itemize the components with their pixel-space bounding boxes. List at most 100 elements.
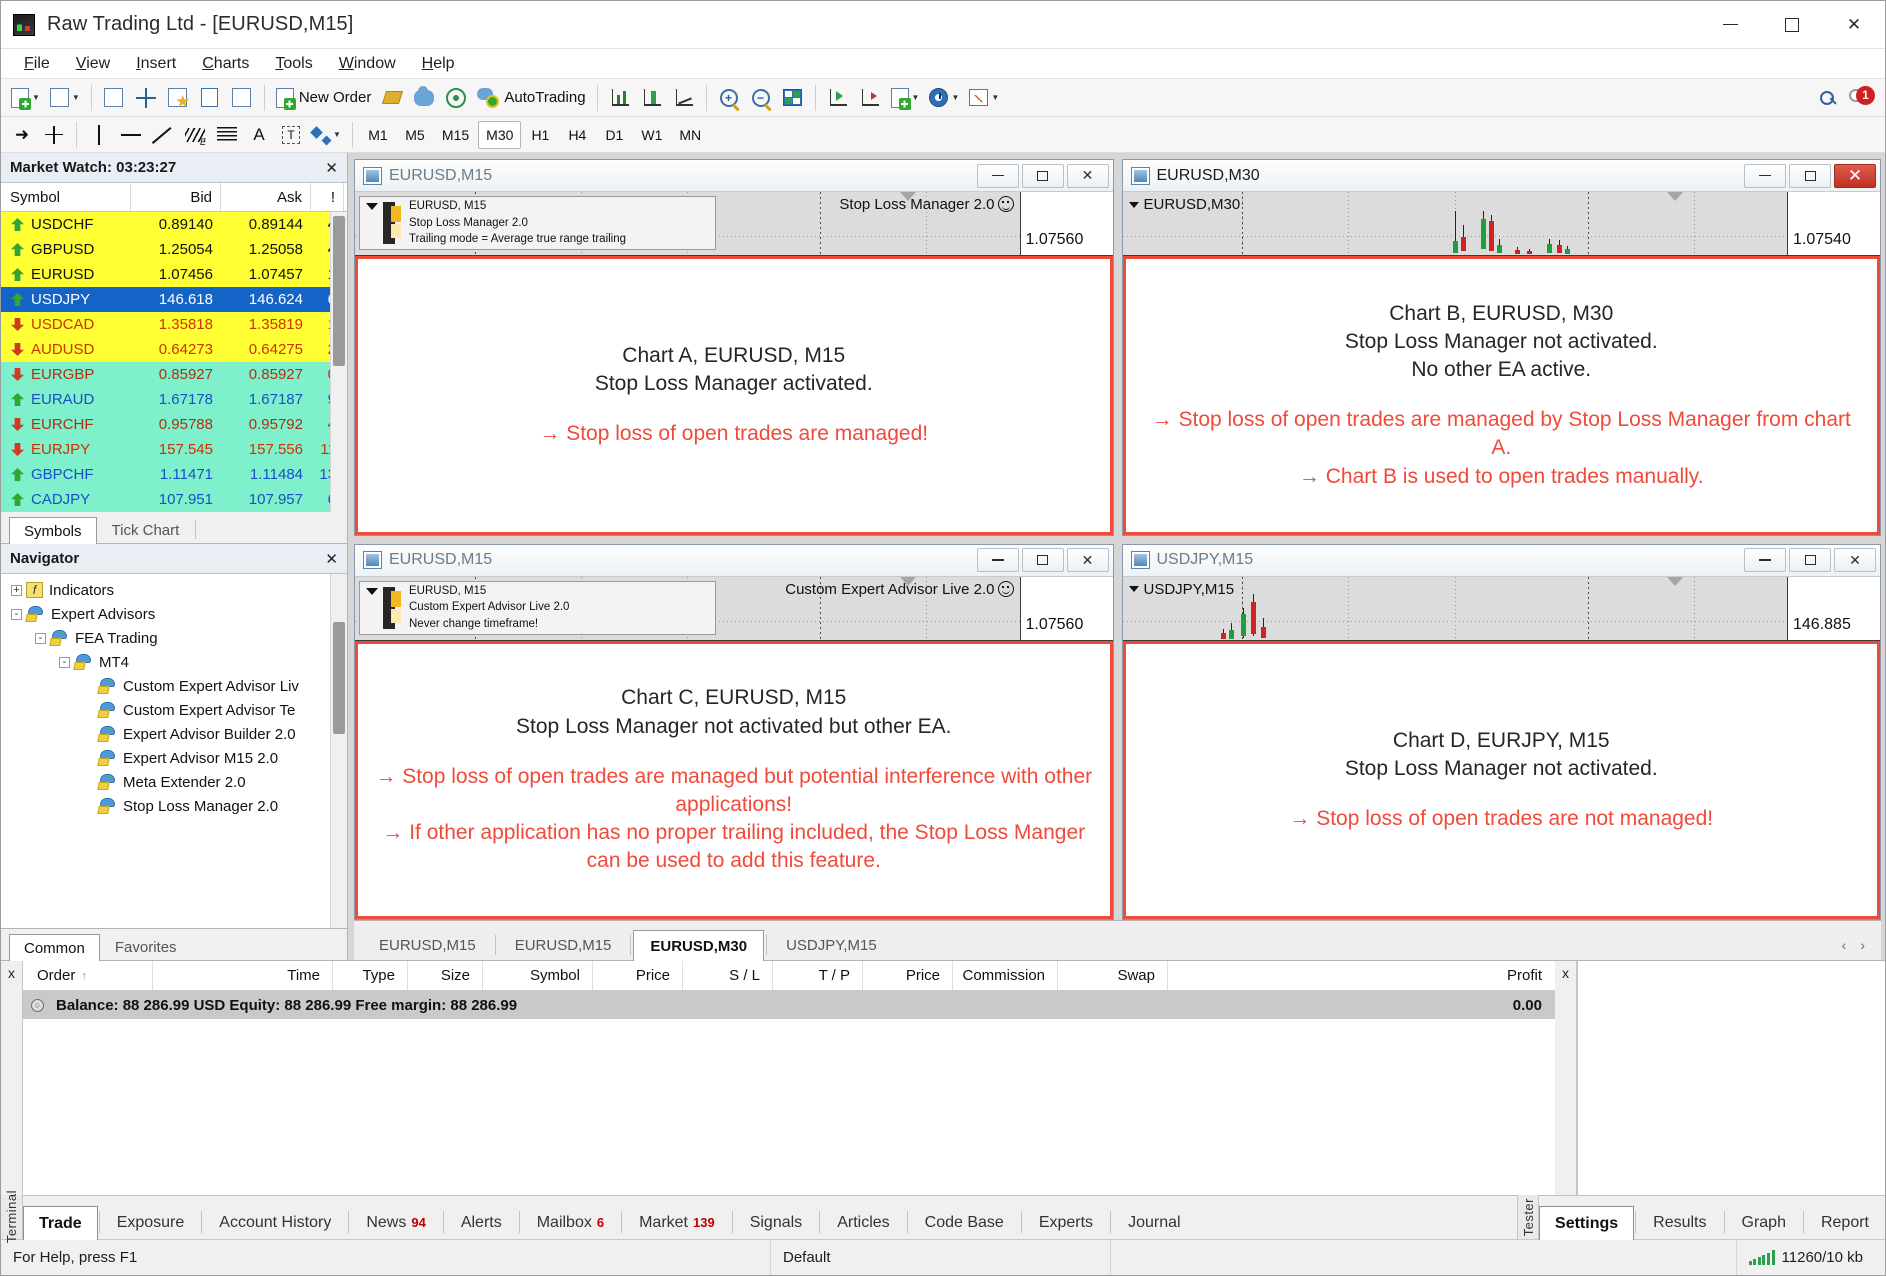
navigator-item-custom-expert-advisor-liv[interactable]: Custom Expert Advisor Liv bbox=[1, 674, 347, 698]
column-order[interactable]: Order ↑ bbox=[23, 961, 153, 990]
chart-minimize-button[interactable] bbox=[976, 163, 1019, 188]
line-chart-button[interactable] bbox=[669, 83, 699, 113]
navigator-item-fea-trading[interactable]: - FEA Trading bbox=[1, 626, 347, 650]
chevron-down-icon[interactable]: ▼ bbox=[912, 93, 920, 102]
bar-chart-button[interactable] bbox=[605, 83, 635, 113]
column-price-open[interactable]: Price bbox=[593, 961, 683, 990]
prev-tab-icon[interactable]: ‹ bbox=[1842, 937, 1847, 953]
collapse-icon[interactable]: - bbox=[11, 608, 22, 620]
trendline-button[interactable] bbox=[148, 120, 178, 150]
crosshair-tool-button[interactable] bbox=[39, 120, 69, 150]
chart-close-button[interactable]: ✕ bbox=[1066, 548, 1109, 572]
scrollbar-thumb[interactable] bbox=[333, 216, 345, 366]
timeframe-w1[interactable]: W1 bbox=[633, 121, 670, 149]
tile-windows-button[interactable] bbox=[778, 83, 808, 113]
market-watch-row[interactable]: EURCHF0.957880.957924 bbox=[1, 412, 347, 437]
tester-tab-report[interactable]: Report bbox=[1805, 1205, 1885, 1239]
ea-info-box[interactable]: EURUSD, M15 Stop Loss Manager 2.0 Trailing… bbox=[359, 196, 717, 250]
market-watch-row[interactable]: CADJPY107.951107.9576 bbox=[1, 487, 347, 512]
navigator-item-mt4[interactable]: - MT4 bbox=[1, 650, 347, 674]
indicators-button[interactable]: ▼ bbox=[887, 83, 924, 113]
expand-icon[interactable]: + bbox=[11, 584, 22, 596]
chart-price-strip[interactable]: Stop Loss Manager 2.0 EURUSD, M15 Stop Los… bbox=[355, 192, 1113, 256]
chevron-down-icon[interactable]: ▼ bbox=[951, 93, 959, 102]
chart-price-scale[interactable]: 1.07560 bbox=[1020, 576, 1113, 640]
chart-plot-area[interactable]: USDJPY,M15 bbox=[1122, 576, 1788, 640]
column-commission[interactable]: Commission bbox=[953, 961, 1058, 990]
terminal-tab-code-base[interactable]: Code Base bbox=[909, 1205, 1020, 1239]
market-watch-row[interactable]: AUDUSD0.642730.642752 bbox=[1, 337, 347, 362]
vertical-line-button[interactable] bbox=[84, 120, 114, 150]
text-button[interactable]: A bbox=[244, 120, 274, 150]
periods-button[interactable]: ▼ bbox=[925, 83, 963, 113]
data-window-button[interactable] bbox=[131, 83, 161, 113]
search-button[interactable] bbox=[1813, 83, 1843, 113]
tester-tab-results[interactable]: Results bbox=[1637, 1205, 1722, 1239]
chart-symbol-label[interactable]: USDJPY,M15 bbox=[1128, 581, 1234, 598]
terminal-tab-articles[interactable]: Articles bbox=[821, 1205, 905, 1239]
chart-plot-area[interactable]: EURUSD,M30 bbox=[1122, 192, 1788, 255]
equidistant-channel-button[interactable]: E bbox=[180, 120, 210, 150]
chart-tab-usdjpy-m15[interactable]: USDJPY,M15 bbox=[769, 929, 894, 960]
chevron-down-icon[interactable] bbox=[366, 203, 378, 210]
zoom-in-button[interactable]: + bbox=[714, 83, 744, 113]
terminal-tab-news[interactable]: News 94 bbox=[350, 1205, 441, 1239]
menu-file[interactable]: File bbox=[11, 52, 63, 76]
timeframe-m1[interactable]: M1 bbox=[360, 121, 396, 149]
menu-help[interactable]: Help bbox=[409, 52, 468, 76]
terminal-tab-trade[interactable]: Trade bbox=[23, 1206, 98, 1240]
timeframe-m5[interactable]: M5 bbox=[397, 121, 433, 149]
chart-restore-button[interactable] bbox=[1789, 163, 1831, 188]
terminal-tab-alerts[interactable]: Alerts bbox=[445, 1205, 518, 1239]
candlestick-chart-button[interactable] bbox=[637, 83, 667, 113]
menu-insert[interactable]: Insert bbox=[123, 52, 189, 76]
menu-charts[interactable]: Charts bbox=[189, 52, 262, 76]
terminal-close-icon[interactable]: x bbox=[1, 961, 23, 1195]
chart-minimize-button[interactable] bbox=[976, 548, 1019, 572]
next-tab-icon[interactable]: › bbox=[1860, 937, 1865, 953]
column-profit[interactable]: Profit bbox=[1168, 961, 1555, 990]
menu-view[interactable]: View bbox=[63, 52, 123, 76]
horizontal-line-button[interactable] bbox=[116, 120, 146, 150]
terminal-tab-mailbox[interactable]: Mailbox 6 bbox=[521, 1205, 620, 1239]
timeframe-m15[interactable]: M15 bbox=[434, 121, 477, 149]
market-watch-row[interactable]: USDCHF0.891400.891444 bbox=[1, 212, 347, 237]
chart-plot-area[interactable]: Stop Loss Manager 2.0 EURUSD, M15 Stop Los… bbox=[355, 192, 1021, 255]
new-order-button[interactable]: New Order bbox=[272, 83, 376, 113]
chevron-down-icon[interactable]: ▼ bbox=[72, 93, 80, 102]
close-button[interactable]: ✕ bbox=[1823, 1, 1885, 48]
market-watch-row[interactable]: GBPCHF 1.11471 1.11484 13 bbox=[1, 462, 347, 487]
chevron-down-icon[interactable]: ▼ bbox=[991, 93, 999, 102]
chart-plot-area[interactable]: Custom Expert Advisor Live 2.0 EURUSD, M1… bbox=[355, 576, 1021, 640]
menu-tools[interactable]: Tools bbox=[262, 52, 325, 76]
timeframe-mn[interactable]: MN bbox=[671, 121, 709, 149]
timeframe-d1[interactable]: D1 bbox=[596, 121, 632, 149]
chart-symbol-label[interactable]: EURUSD,M30 bbox=[1128, 196, 1240, 213]
navigator-item-meta-extender-2-0[interactable]: Meta Extender 2.0 bbox=[1, 770, 347, 794]
chart-price-scale[interactable]: 1.07540 bbox=[1788, 192, 1880, 255]
chart-window-chart-c[interactable]: EURUSD,M15 ✕ Custom Expert Advisor Live 2.… bbox=[354, 543, 1114, 920]
market-watch-button[interactable] bbox=[99, 83, 129, 113]
shapes-button[interactable]: ▼ bbox=[308, 120, 345, 150]
tab-favorites[interactable]: Favorites bbox=[100, 933, 192, 960]
auto-scroll-button[interactable] bbox=[855, 83, 885, 113]
column-price-close[interactable]: Price bbox=[863, 961, 953, 990]
chart-tab-eurusd-m15[interactable]: EURUSD,M15 bbox=[362, 929, 493, 960]
navigator-item-expert-advisors[interactable]: - Expert Advisors bbox=[1, 602, 347, 626]
chevron-down-icon[interactable] bbox=[1128, 201, 1139, 208]
menu-window[interactable]: Window bbox=[326, 52, 409, 76]
chart-minimize-button[interactable] bbox=[1744, 163, 1786, 188]
terminal-button[interactable] bbox=[195, 83, 225, 113]
text-label-button[interactable]: T bbox=[276, 120, 306, 150]
collapse-icon[interactable]: - bbox=[35, 632, 46, 644]
market-watch-row[interactable]: EURJPY 157.545 157.556 11 bbox=[1, 437, 347, 462]
chart-window-chart-d[interactable]: USDJPY,M15 ✕ USDJPY,M15 146.885 Chart D, EUR… bbox=[1121, 543, 1881, 920]
market-watch-close-icon[interactable]: ✕ bbox=[325, 159, 338, 177]
timeframe-h1[interactable]: H1 bbox=[522, 121, 558, 149]
navigator-item-expert-advisor-builder-2-0[interactable]: Expert Advisor Builder 2.0 bbox=[1, 722, 347, 746]
market-watch-row[interactable]: USDJPY146.618146.6246 bbox=[1, 287, 347, 312]
column-size[interactable]: Size bbox=[408, 961, 483, 990]
autotrading-button[interactable]: AutoTrading bbox=[473, 83, 589, 113]
column-takeprofit[interactable]: T / P bbox=[773, 961, 863, 990]
column-swap[interactable]: Swap bbox=[1058, 961, 1168, 990]
